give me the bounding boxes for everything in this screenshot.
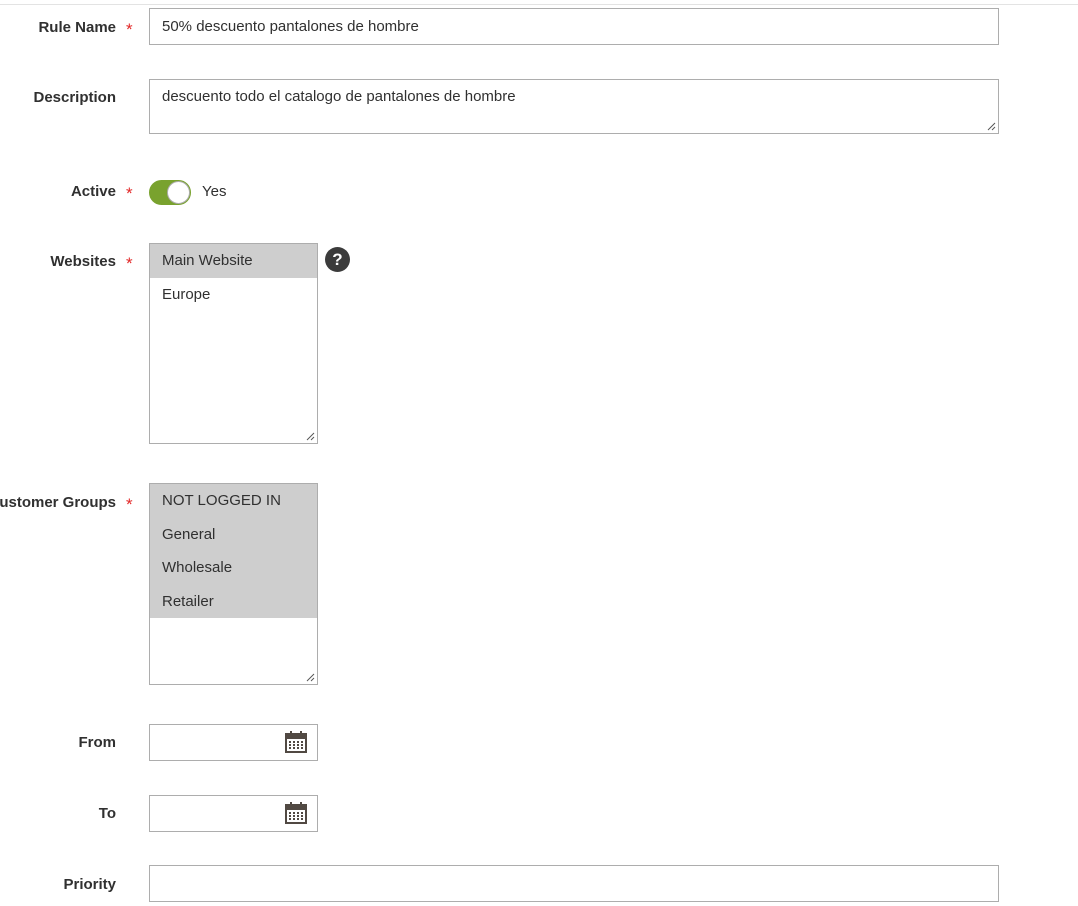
toggle-knob bbox=[167, 181, 190, 204]
to-label: To bbox=[98, 805, 116, 822]
calendar-icon[interactable] bbox=[285, 731, 307, 753]
active-toggle-state: Yes bbox=[202, 183, 227, 200]
rule-name-input[interactable] bbox=[149, 8, 999, 45]
websites-required-marker: * bbox=[126, 254, 133, 273]
website-option-main[interactable]: Main Website bbox=[150, 244, 317, 278]
priority-input[interactable] bbox=[149, 865, 999, 902]
customer-group-option[interactable]: General bbox=[150, 517, 317, 551]
customer-group-option[interactable]: Retailer bbox=[150, 584, 317, 618]
priority-label: Priority bbox=[63, 876, 116, 893]
customer-group-option[interactable]: Wholesale bbox=[150, 551, 317, 585]
top-divider bbox=[0, 4, 1078, 5]
description-text: descuento todo el catalogo de pantalones… bbox=[162, 88, 516, 105]
active-required-marker: * bbox=[126, 184, 133, 203]
question-circle-icon[interactable]: ? bbox=[325, 247, 350, 272]
resize-grip-icon[interactable] bbox=[305, 672, 315, 682]
websites-multiselect[interactable]: Main Website Europe bbox=[149, 243, 318, 444]
calendar-icon[interactable] bbox=[285, 802, 307, 824]
websites-label: Websites bbox=[50, 253, 116, 270]
customer-groups-label: Customer Groups bbox=[0, 494, 116, 511]
to-date-input[interactable] bbox=[149, 795, 318, 832]
from-label: From bbox=[78, 734, 117, 751]
website-option-europe[interactable]: Europe bbox=[150, 278, 317, 312]
from-date-input[interactable] bbox=[149, 724, 318, 761]
customer-groups-required-marker: * bbox=[126, 495, 133, 514]
customer-group-option[interactable]: NOT LOGGED IN bbox=[150, 484, 317, 518]
description-label: Description bbox=[33, 89, 116, 106]
resize-grip-icon[interactable] bbox=[305, 431, 315, 441]
customer-groups-multiselect[interactable]: NOT LOGGED IN General Wholesale Retailer bbox=[149, 483, 318, 685]
rule-name-required-marker: * bbox=[126, 20, 133, 39]
description-textarea[interactable]: descuento todo el catalogo de pantalones… bbox=[149, 79, 999, 134]
rule-name-label: Rule Name bbox=[38, 19, 116, 36]
active-label: Active bbox=[70, 183, 116, 200]
resize-grip-icon[interactable] bbox=[986, 121, 996, 131]
active-toggle-switch[interactable] bbox=[149, 180, 191, 205]
